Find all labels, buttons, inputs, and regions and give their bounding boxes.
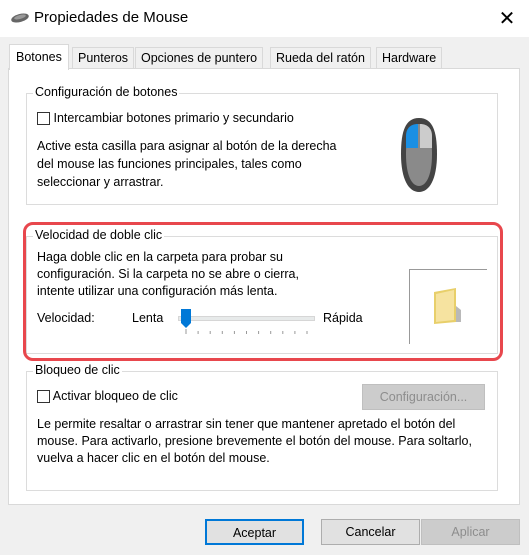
tab-hardware[interactable]: Hardware — [376, 47, 443, 69]
highlight-box — [23, 222, 503, 361]
ok-button[interactable]: Aceptar — [205, 519, 304, 545]
swap-buttons-checkbox[interactable]: Intercambiar botones primario y secundar… — [37, 111, 294, 126]
button-config-group: Configuración de botones Intercambiar bo… — [26, 85, 498, 205]
click-lock-group: Bloqueo de clic Activar bloqueo de clic … — [26, 363, 498, 491]
cancel-button[interactable]: Cancelar — [321, 519, 420, 545]
title-bar: Propiedades de Mouse ✕ — [0, 0, 529, 37]
checkbox-box[interactable] — [37, 112, 50, 126]
checkbox-label: Activar bloqueo de clic — [52, 389, 178, 403]
checkbox-box[interactable] — [37, 390, 50, 404]
group-legend: Configuración de botones — [33, 85, 180, 99]
apply-button[interactable]: Aplicar — [421, 519, 520, 545]
click-lock-settings-button[interactable]: Configuración... — [362, 384, 485, 410]
tab-punteros[interactable]: Punteros — [72, 47, 135, 69]
tab-rueda-del-raton[interactable]: Rueda del ratón — [270, 47, 371, 69]
window-title: Propiedades de Mouse — [34, 9, 189, 26]
tab-botones[interactable]: Botones — [9, 44, 69, 70]
close-button[interactable]: ✕ — [495, 6, 519, 31]
click-lock-description: Le permite resaltar o arrastrar sin tene… — [37, 417, 472, 465]
mouse-icon — [11, 13, 29, 23]
mouse-illustration-icon — [401, 118, 437, 192]
tab-opciones-de-puntero[interactable]: Opciones de puntero — [135, 47, 264, 69]
button-config-description: Active esta casilla para asignar al botó… — [37, 139, 337, 189]
click-lock-checkbox[interactable]: Activar bloqueo de clic — [37, 389, 178, 404]
group-legend: Bloqueo de clic — [33, 363, 122, 377]
checkbox-label: Intercambiar botones primario y secundar… — [53, 111, 294, 125]
